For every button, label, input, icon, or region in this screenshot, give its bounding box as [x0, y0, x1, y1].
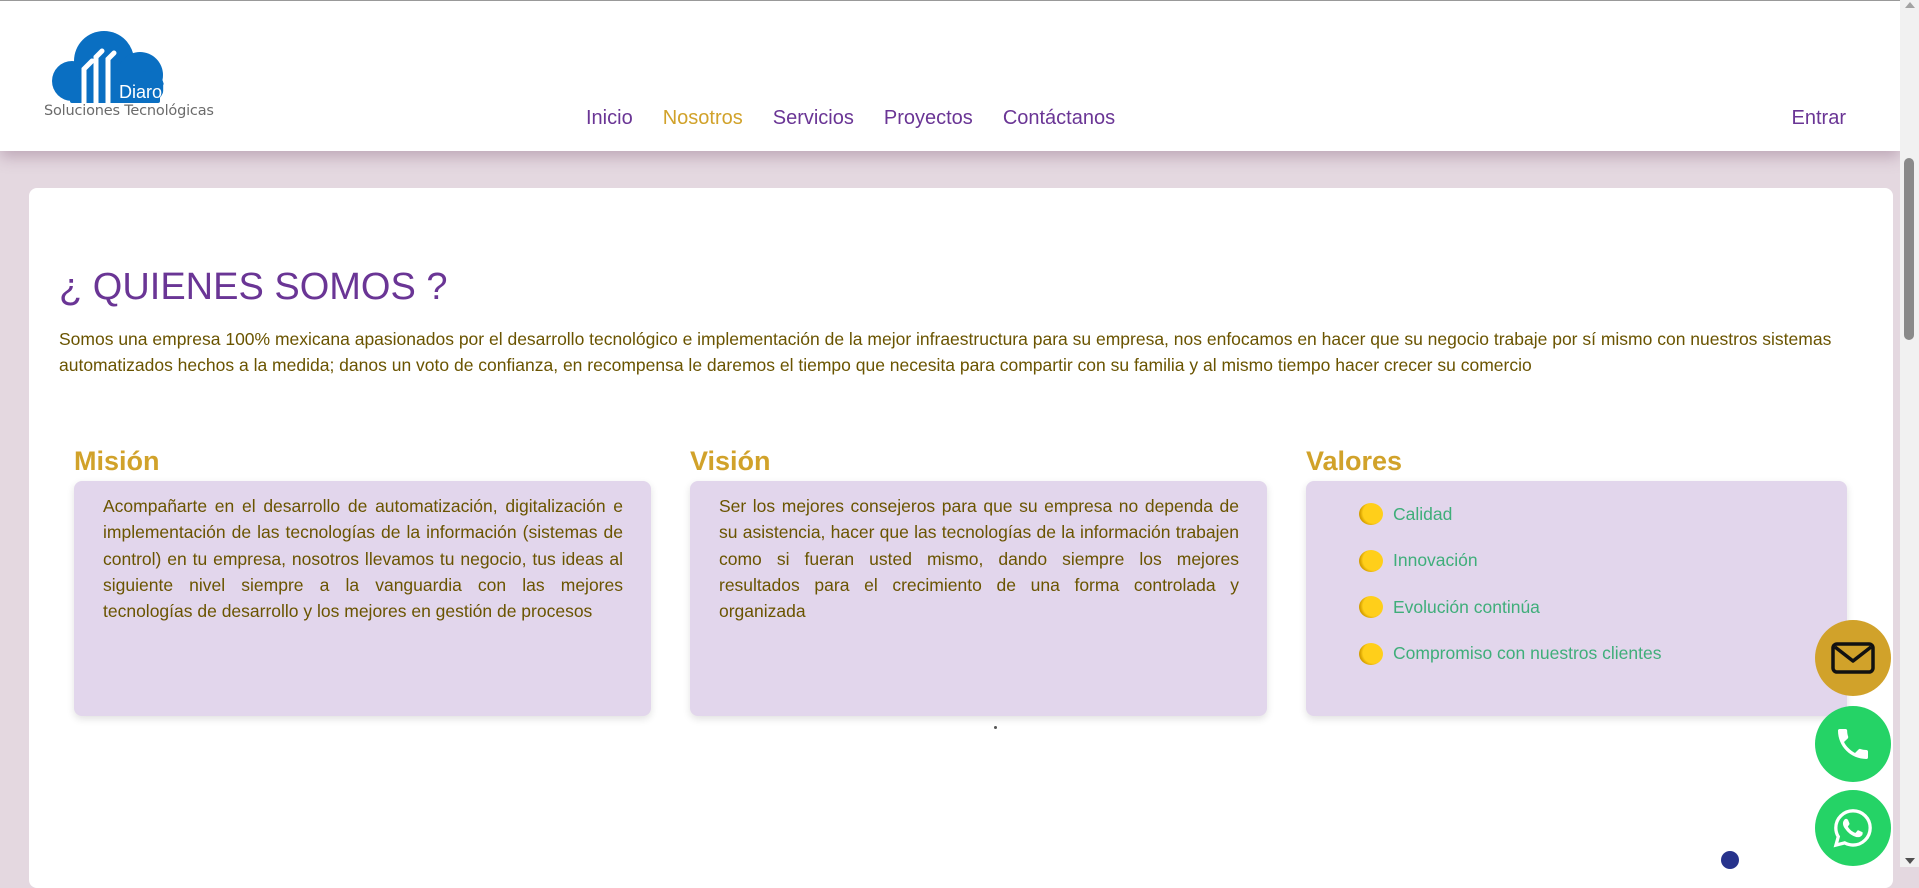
diarol-logo[interactable]: Diarol Soluciones Tecnológicas [42, 29, 214, 124]
email-button[interactable] [1815, 620, 1891, 696]
nav-proyectos-link[interactable]: Proyectos [884, 107, 973, 130]
vision-title: Visión [690, 446, 771, 476]
scroll-thumb[interactable] [1904, 158, 1914, 340]
bullet-icon [1359, 549, 1383, 572]
bullet-icon [1359, 642, 1383, 665]
scroll-up-arrow-icon[interactable] [1905, 2, 1915, 8]
about-us-card: ¿ QUIENES SOMOS ? Somos una empresa 100%… [29, 188, 1893, 888]
page-scrollbar[interactable] [1900, 0, 1919, 867]
value-label: Evolución continúa [1393, 596, 1540, 617]
values-box: Calidad Innovación Evolución continúa Co… [1306, 481, 1847, 716]
decorative-dot [994, 726, 997, 729]
whatsapp-button[interactable] [1815, 790, 1891, 866]
bullet-icon [1359, 596, 1383, 619]
nav-servicios-link[interactable]: Servicios [773, 107, 854, 130]
values-title: Valores [1306, 446, 1403, 476]
mail-icon [1831, 642, 1875, 674]
list-item: Calidad [1359, 491, 1847, 538]
value-label: Calidad [1393, 503, 1453, 524]
vision-text: Ser los mejores consejeros para que su e… [719, 496, 1239, 622]
mission-section: Misión Acompañarte en el desarrollo de a… [74, 446, 651, 716]
logo-wordmark: Diarol [119, 82, 166, 102]
logo-tagline: Soluciones Tecnológicas [44, 103, 214, 119]
chat-indicator[interactable] [1721, 851, 1739, 869]
list-item: Innovación [1359, 538, 1847, 585]
login-link[interactable]: Entrar [1792, 107, 1846, 130]
nav-inicio-link[interactable]: Inicio [586, 107, 633, 130]
cloud-logo-icon: Diarol [52, 31, 166, 106]
values-list: Calidad Innovación Evolución continúa Co… [1306, 481, 1847, 677]
mission-title: Misión [74, 446, 160, 476]
list-item: Evolución continúa [1359, 584, 1847, 631]
mission-box: Acompañarte en el desarrollo de automati… [74, 481, 651, 716]
bullet-icon [1359, 503, 1383, 526]
nav-contactanos-link[interactable]: Contáctanos [1003, 107, 1115, 130]
vision-box: Ser los mejores consejeros para que su e… [690, 481, 1267, 716]
mission-text: Acompañarte en el desarrollo de automati… [103, 496, 623, 622]
top-navigation: Diarol Soluciones Tecnológicas Inicio No… [0, 0, 1900, 151]
value-label: Innovación [1393, 550, 1478, 571]
vision-section: Visión Ser los mejores consejeros para q… [690, 446, 1267, 716]
list-item: Compromiso con nuestros clientes [1359, 631, 1847, 678]
phone-button[interactable] [1815, 706, 1891, 782]
values-section: Valores Calidad Innovación Evolución con… [1306, 446, 1847, 716]
nav-nosotros-link[interactable]: Nosotros [663, 107, 743, 130]
scroll-down-arrow-icon[interactable] [1905, 858, 1915, 864]
intro-paragraph: Somos una empresa 100% mexicana apasiona… [59, 329, 1832, 375]
main-menu: Inicio Nosotros Servicios Proyectos Cont… [586, 107, 1145, 130]
page-title: ¿ QUIENES SOMOS ? [59, 266, 448, 308]
whatsapp-icon [1833, 809, 1872, 848]
phone-icon [1838, 729, 1868, 759]
value-label: Compromiso con nuestros clientes [1393, 643, 1662, 664]
